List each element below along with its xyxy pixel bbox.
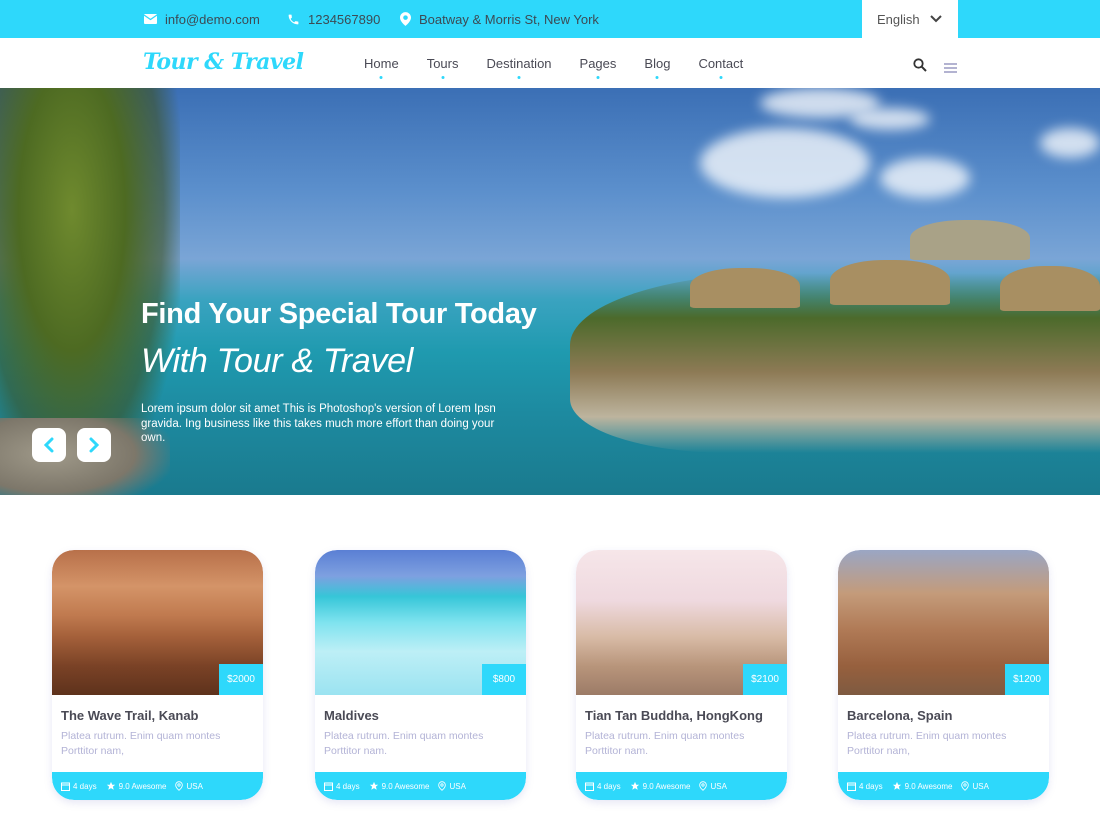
location-text: USA [449, 781, 466, 791]
search-button[interactable] [913, 58, 927, 77]
tour-card[interactable]: $2000 The Wave Trail, Kanab Platea rutru… [52, 550, 263, 800]
hero-subtitle: With Tour & Travel [141, 342, 414, 380]
contact-address[interactable]: Boatway & Morris St, New York [400, 0, 599, 38]
tour-title[interactable]: Tian Tan Buddha, HongKong [585, 708, 763, 723]
tour-title[interactable]: Barcelona, Spain [847, 708, 952, 723]
duration-item: 4 days [585, 782, 621, 791]
map-pin-icon [175, 781, 184, 791]
tour-description: Platea rutrum. Enim quam montes Porttito… [585, 730, 745, 757]
duration-text: 4 days [336, 781, 360, 791]
hero-description: Lorem ipsum dolor sit amet This is Photo… [141, 403, 496, 444]
star-icon [106, 781, 115, 790]
tour-card[interactable]: $2100 Tian Tan Buddha, HongKong Platea r… [576, 550, 787, 800]
rating-item: 9.0 Awesome [106, 781, 167, 791]
rating-text: 9.0 Awesome [118, 781, 167, 791]
location-item: USA [699, 781, 727, 791]
slider-next-button[interactable] [77, 428, 111, 462]
price-badge: $2100 [743, 664, 787, 695]
duration-text: 4 days [859, 781, 883, 791]
search-icon [913, 58, 927, 72]
contact-phone[interactable]: 1234567890 [287, 0, 380, 38]
tour-description: Platea rutrum. Enim quam montes Porttito… [61, 730, 221, 757]
calendar-icon [585, 782, 594, 791]
star-icon [630, 781, 639, 790]
tour-meta: 4 days 9.0 Awesome USA [576, 772, 787, 800]
phone-text: 1234567890 [308, 11, 381, 27]
nav-item-destination[interactable]: Destination [486, 56, 551, 71]
location-item: USA [438, 781, 466, 791]
nav-item-blog[interactable]: Blog [644, 56, 670, 71]
nav-item-pages[interactable]: Pages [580, 56, 617, 71]
language-selector[interactable]: English [862, 0, 958, 38]
duration-item: 4 days [61, 782, 97, 791]
calendar-icon [61, 782, 70, 791]
chevron-left-icon [43, 437, 54, 453]
tour-card[interactable]: $800 Maldives Platea rutrum. Enim quam m… [315, 550, 526, 800]
menu-button[interactable] [944, 60, 957, 78]
location-text: USA [972, 781, 989, 791]
map-pin-icon [400, 12, 411, 26]
chevron-right-icon [89, 437, 100, 453]
location-text: USA [710, 781, 727, 791]
tour-meta: 4 days 9.0 Awesome USA [52, 772, 263, 800]
tour-description: Platea rutrum. Enim quam montes Porttito… [324, 730, 484, 757]
rating-text: 9.0 Awesome [904, 781, 953, 791]
rating-text: 9.0 Awesome [381, 781, 430, 791]
tour-description: Platea rutrum. Enim quam montes Porttito… [847, 730, 1007, 757]
tour-title[interactable]: The Wave Trail, Kanab [61, 708, 199, 723]
calendar-icon [847, 782, 856, 791]
nav-item-tours[interactable]: Tours [427, 56, 459, 71]
map-pin-icon [699, 781, 708, 791]
price-badge: $800 [482, 664, 526, 695]
tour-meta: 4 days 9.0 Awesome USA [315, 772, 526, 800]
location-item: USA [175, 781, 203, 791]
rating-item: 9.0 Awesome [892, 781, 953, 791]
price-badge: $2000 [219, 664, 263, 695]
duration-item: 4 days [324, 782, 360, 791]
hero-hut [690, 268, 800, 308]
map-pin-icon [961, 781, 970, 791]
hero-title: Find Your Special Tour Today [141, 298, 537, 330]
hero-hut [1000, 266, 1100, 311]
tour-title[interactable]: Maldives [324, 708, 379, 723]
site-logo[interactable]: Tour & Travel [143, 49, 304, 75]
envelope-icon [144, 14, 157, 24]
duration-text: 4 days [73, 781, 97, 791]
location-item: USA [961, 781, 989, 791]
email-text: info@demo.com [165, 11, 260, 27]
rating-item: 9.0 Awesome [369, 781, 430, 791]
nav-item-contact[interactable]: Contact [698, 56, 743, 71]
hero-cloud [700, 128, 870, 198]
duration-item: 4 days [847, 782, 883, 791]
hero-banner: Find Your Special Tour Today With Tour &… [0, 88, 1100, 495]
star-icon [369, 781, 378, 790]
hero-cloud [850, 108, 930, 130]
duration-text: 4 days [597, 781, 621, 791]
rating-item: 9.0 Awesome [630, 781, 691, 791]
star-icon [892, 781, 901, 790]
phone-icon [288, 14, 299, 24]
top-contact-bar: info@demo.com 1234567890 Boatway & Morri… [0, 0, 1100, 38]
main-nav: Home Tours Destination Pages Blog Contac… [364, 38, 771, 88]
hero-hut [830, 260, 950, 305]
hamburger-menu-icon [944, 63, 957, 73]
language-label: English [877, 11, 920, 27]
main-navbar: Tour & Travel Home Tours Destination Pag… [0, 38, 1100, 88]
rating-text: 9.0 Awesome [642, 781, 691, 791]
calendar-icon [324, 782, 333, 791]
map-pin-icon [438, 781, 447, 791]
contact-email[interactable]: info@demo.com [144, 0, 260, 38]
tour-meta: 4 days 9.0 Awesome USA [838, 772, 1049, 800]
slider-prev-button[interactable] [32, 428, 66, 462]
hero-cloud [1040, 128, 1100, 158]
location-text: USA [186, 781, 203, 791]
chevron-down-icon [929, 15, 942, 23]
nav-item-home[interactable]: Home [364, 56, 399, 71]
hero-cloud [880, 158, 970, 198]
hero-hut [910, 220, 1030, 260]
price-badge: $1200 [1005, 664, 1049, 695]
address-text: Boatway & Morris St, New York [419, 11, 599, 27]
tour-card[interactable]: $1200 Barcelona, Spain Platea rutrum. En… [838, 550, 1049, 800]
